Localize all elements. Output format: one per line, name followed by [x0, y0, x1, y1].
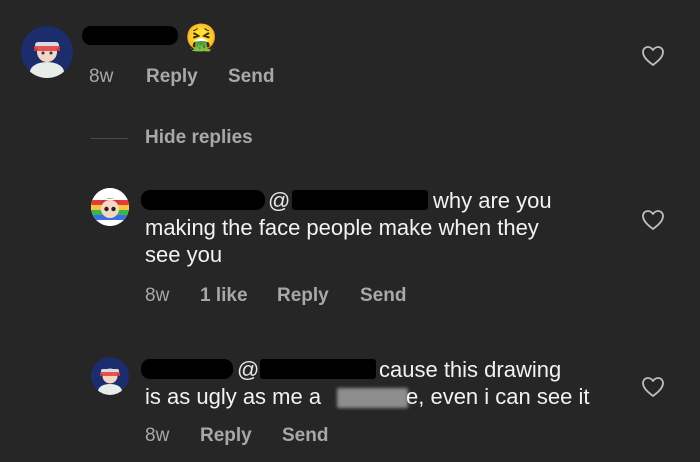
comment-time: 8w: [89, 66, 114, 87]
send-button[interactable]: Send: [360, 285, 406, 307]
redacted-username: [82, 26, 178, 45]
comment-text-line-1: cause this drawing: [379, 357, 562, 382]
comment-time: 8w: [145, 425, 170, 446]
vomit-emoji-icon: 🤮: [185, 22, 218, 52]
redacted-username: [141, 359, 233, 379]
avatar-illustration: [91, 188, 129, 226]
user-avatar[interactable]: [91, 357, 129, 395]
comment-text-line-3: see you: [145, 242, 223, 267]
reply-button[interactable]: Reply: [200, 425, 252, 447]
mention-at-symbol[interactable]: @: [237, 356, 259, 383]
like-heart-icon[interactable]: [641, 376, 665, 398]
comment-text-line-1: why are you: [433, 188, 552, 213]
redacted-mention: [260, 359, 376, 379]
avatar-illustration: [91, 357, 129, 395]
like-heart-icon[interactable]: [641, 209, 665, 231]
hide-replies-button[interactable]: Hide replies: [145, 127, 253, 149]
like-heart-icon[interactable]: [641, 45, 665, 67]
comment-text-line-2: making the face people make when they: [145, 215, 539, 240]
send-button[interactable]: Send: [282, 425, 328, 447]
comment-text-line-2-end: e, even i can see it: [406, 384, 590, 409]
mention-at-symbol[interactable]: @: [268, 187, 290, 214]
comment-time: 8w: [145, 285, 170, 306]
reply-button[interactable]: Reply: [277, 285, 329, 307]
censored-word: [337, 388, 408, 408]
divider-line: [91, 138, 128, 139]
user-avatar[interactable]: [21, 26, 73, 78]
like-count[interactable]: 1 like: [200, 285, 248, 307]
comment-text-line-2-start: is as ugly as me a: [145, 384, 322, 409]
send-button[interactable]: Send: [228, 66, 274, 88]
redacted-username: [141, 190, 265, 210]
user-avatar[interactable]: [91, 188, 129, 226]
avatar-illustration: [21, 26, 73, 78]
redacted-mention: [292, 190, 428, 210]
reply-button[interactable]: Reply: [146, 66, 198, 88]
